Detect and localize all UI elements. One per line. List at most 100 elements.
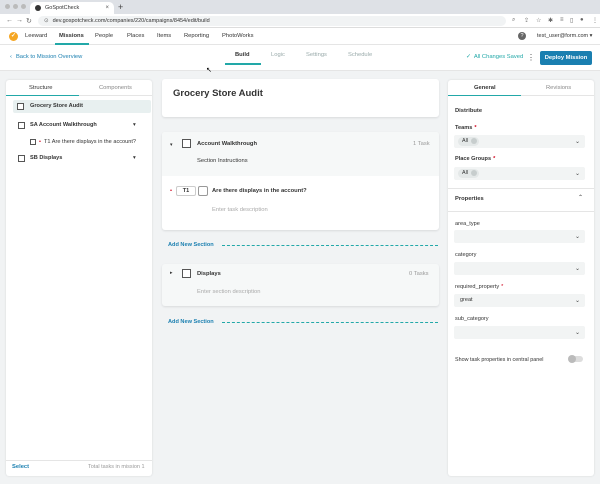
save-status: ✓ All Changes Saved	[466, 54, 524, 60]
tab-components[interactable]: Components	[99, 85, 132, 91]
tab-divider	[79, 95, 152, 96]
section-task-count: 1 Task	[413, 141, 430, 147]
chevron-down-icon[interactable]: ⌄	[575, 329, 580, 336]
chevron-down-icon[interactable]: ▾	[133, 122, 136, 128]
back-to-overview-link[interactable]: ‹ Back to Mission Overview	[10, 54, 86, 60]
chevron-down-icon[interactable]: ⌄	[575, 170, 580, 177]
category-select[interactable]: ⌄	[454, 262, 585, 275]
show-task-properties-toggle[interactable]	[568, 355, 583, 363]
tree-section-a-label: SA Account Walkthrough	[30, 122, 97, 128]
section-instructions[interactable]: Section Instructions	[197, 158, 248, 164]
task-description-input[interactable]: Enter task description	[212, 207, 268, 213]
check-icon: ✓	[466, 54, 471, 60]
nav-items[interactable]: Items	[157, 33, 171, 39]
tab-settings[interactable]: Settings	[306, 52, 327, 58]
nav-leeward[interactable]: Leeward	[25, 33, 47, 39]
address-bar-row: ← → ↻ ⊙ dev.gospotcheck.com/companies/22…	[0, 14, 600, 28]
tab-active-underline	[448, 95, 521, 96]
section-icon	[182, 139, 191, 148]
nav-reporting[interactable]: Reporting	[184, 33, 209, 39]
url-text: dev.gospotcheck.com/companies/220/campai…	[52, 18, 210, 24]
section-card-account-walkthrough: ▾ Account Walkthrough 1 Task Section Ins…	[162, 132, 439, 230]
nav-people[interactable]: People	[95, 33, 113, 39]
expand-caret-icon[interactable]: ▾	[170, 142, 173, 148]
properties-heading[interactable]: Properties	[455, 196, 484, 202]
expand-caret-icon[interactable]: ▸	[170, 270, 173, 276]
tab-general[interactable]: General	[474, 85, 496, 91]
area-type-label: area_type	[455, 221, 480, 227]
sub-category-select[interactable]: ⌄	[454, 326, 585, 339]
section-divider	[222, 245, 438, 246]
window-controls[interactable]	[5, 4, 26, 9]
section-header[interactable]	[162, 132, 439, 176]
tab-logic[interactable]: Logic	[271, 52, 285, 58]
section-icon	[18, 155, 25, 162]
structure-panel: Structure Components Grocery Store Audit…	[6, 80, 152, 476]
tab-structure[interactable]: Structure	[29, 85, 53, 91]
section-title[interactable]: Displays	[197, 271, 221, 277]
more-options-icon[interactable]: ⋮	[527, 53, 535, 62]
sidepanel-icon[interactable]: ▯	[570, 17, 573, 24]
user-menu[interactable]: test_user@form.com ▾	[537, 33, 592, 39]
chevron-down-icon[interactable]: ⌄	[575, 265, 580, 272]
teams-select[interactable]: All ⌄	[454, 135, 585, 148]
forward-arrow-icon[interactable]: →	[16, 17, 23, 24]
app-navbar: ✓ Leeward Missions People Places Items R…	[0, 28, 600, 45]
lock-icon: ⊙	[44, 18, 49, 24]
nav-missions[interactable]: Missions	[59, 33, 84, 39]
required-asterisk: *	[501, 284, 504, 290]
place-groups-chip[interactable]: All	[458, 169, 479, 178]
add-new-section-link[interactable]: Add New Section	[168, 242, 214, 248]
tab-schedule[interactable]: Schedule	[348, 52, 372, 58]
remove-chip-icon[interactable]	[471, 169, 477, 176]
help-icon[interactable]: ?	[518, 32, 526, 40]
share-icon[interactable]: ⇪	[524, 17, 529, 24]
add-new-section-link-2[interactable]: Add New Section	[168, 319, 214, 325]
tab-title: GoSpotCheck	[45, 5, 80, 11]
zoom-icon[interactable]: ⌕	[512, 17, 515, 24]
select-link[interactable]: Select	[12, 464, 29, 470]
required-property-value: great	[460, 297, 473, 303]
required-dot-icon: •	[39, 139, 41, 145]
mission-title-card[interactable]: Grocery Store Audit	[162, 79, 439, 117]
star-icon[interactable]: ☆	[536, 17, 541, 24]
close-tab-icon[interactable]: ×	[105, 5, 109, 11]
chevron-down-icon[interactable]: ⌄	[575, 297, 580, 304]
tree-item-mission[interactable]: Grocery Store Audit	[13, 100, 151, 113]
profile-icon[interactable]: ●	[580, 17, 584, 23]
section-task-count: 0 Tasks	[409, 271, 429, 277]
chevron-down-icon[interactable]: ⌄	[575, 233, 580, 240]
deploy-mission-button[interactable]: Deploy Mission	[540, 51, 592, 65]
tab-revisions[interactable]: Revisions	[546, 85, 571, 91]
distribute-heading: Distribute	[455, 108, 483, 114]
browser-tab[interactable]: GoSpotCheck ×	[30, 2, 114, 14]
mouse-cursor-icon: ↖	[206, 67, 212, 74]
teams-chip[interactable]: All	[458, 137, 479, 146]
back-arrow-icon[interactable]: ←	[6, 17, 13, 24]
chevron-down-icon[interactable]: ▾	[133, 155, 136, 161]
new-tab-icon[interactable]: +	[118, 2, 123, 12]
chevron-left-icon: ‹	[10, 54, 12, 60]
required-property-select[interactable]: great ⌄	[454, 294, 585, 307]
reading-list-icon[interactable]: ≡	[560, 17, 564, 23]
reload-icon[interactable]: ↻	[26, 17, 32, 25]
nav-photoworks[interactable]: PhotoWorks	[222, 33, 253, 39]
remove-chip-icon[interactable]	[471, 137, 477, 144]
section-title[interactable]: Account Walkthrough	[197, 141, 257, 147]
chevron-up-icon[interactable]: ⌃	[578, 195, 583, 201]
nav-places[interactable]: Places	[127, 33, 144, 39]
area-type-select[interactable]: ⌄	[454, 230, 585, 243]
place-groups-select[interactable]: All ⌄	[454, 167, 585, 180]
total-tasks-label: Total tasks in mission 1	[88, 464, 145, 470]
show-task-properties-label: Show task properties in central panel	[455, 357, 544, 363]
mission-title[interactable]: Grocery Store Audit	[173, 88, 263, 99]
gospotcheck-logo-icon[interactable]: ✓	[9, 32, 18, 41]
browser-menu-icon[interactable]: ⋮	[592, 17, 598, 24]
section-description-input[interactable]: Enter section description	[197, 289, 260, 295]
tab-active-underline	[225, 63, 261, 65]
tab-build[interactable]: Build	[235, 52, 250, 58]
url-field[interactable]: ⊙ dev.gospotcheck.com/companies/220/camp…	[38, 16, 506, 26]
extensions-icon[interactable]: ✱	[548, 17, 553, 24]
task-question[interactable]: Are there displays in the account?	[212, 188, 307, 194]
chevron-down-icon[interactable]: ⌄	[575, 138, 580, 145]
